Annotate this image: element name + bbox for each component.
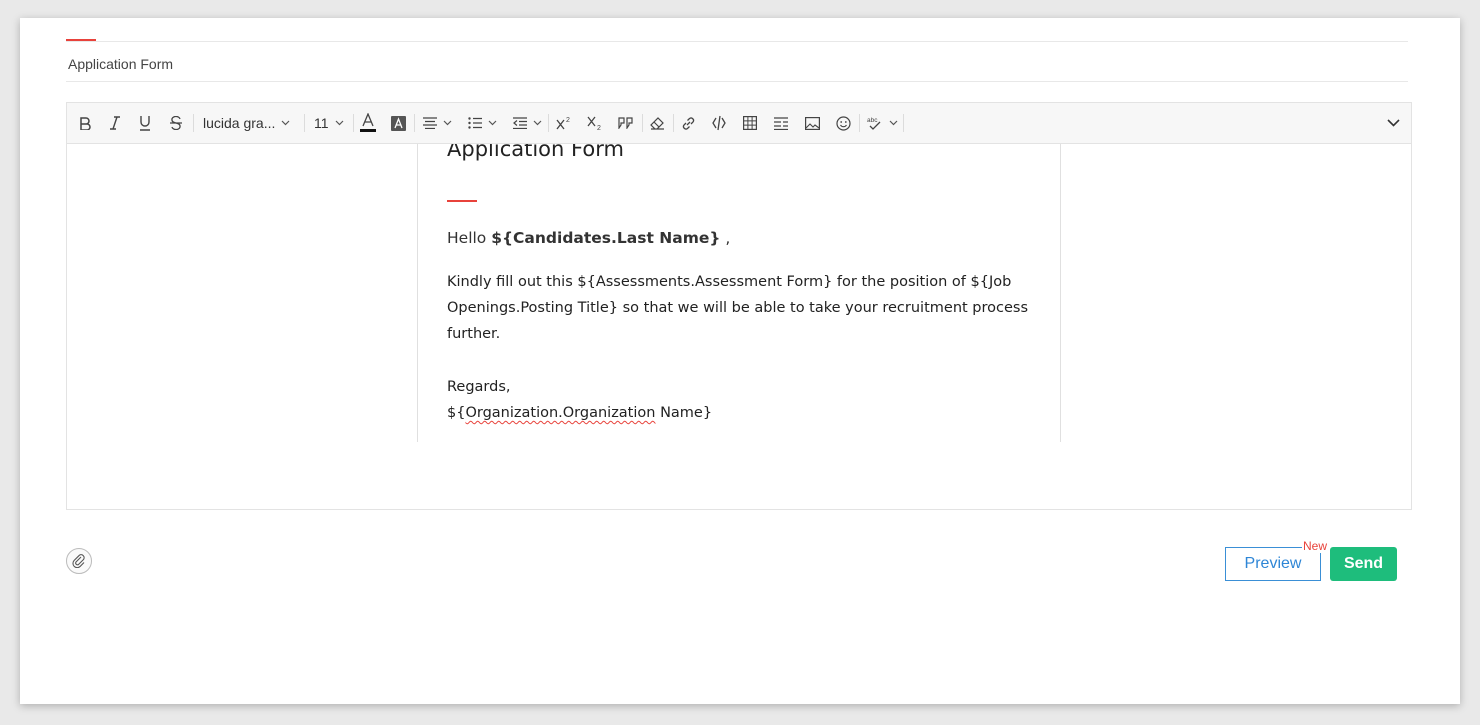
svg-text:2: 2 — [566, 117, 570, 124]
font-color-icon[interactable] — [358, 109, 378, 137]
rich-text-editor[interactable]: lucida gra... 11 2 2 abc Application For… — [66, 102, 1412, 510]
signature-block: Regards, ${Organization.Organization Nam… — [447, 374, 712, 426]
font-size-value: 11 — [314, 115, 329, 131]
spellcheck-icon[interactable]: abc — [866, 109, 898, 137]
editor-toolbar: lucida gra... 11 2 2 abc — [67, 103, 1411, 144]
toolbar-separator — [353, 114, 354, 132]
body-paragraph: Kindly fill out this ${Assessments.Asses… — [447, 274, 1029, 342]
attachment-button[interactable] — [66, 548, 92, 574]
collapse-toolbar-icon[interactable] — [1383, 109, 1403, 137]
bold-icon[interactable] — [75, 109, 95, 137]
toolbar-separator — [304, 114, 305, 132]
subscript-icon[interactable]: 2 — [585, 109, 605, 137]
line-spacing-icon[interactable] — [771, 109, 791, 137]
superscript-icon[interactable]: 2 — [554, 109, 574, 137]
toolbar-separator — [642, 114, 643, 132]
chevron-down-icon — [889, 120, 897, 126]
merge-field-icon[interactable] — [709, 109, 729, 137]
organization-name-line: ${Organization.Organization Name} — [447, 400, 712, 426]
chevron-down-icon — [281, 120, 290, 126]
svg-text:2: 2 — [597, 125, 601, 130]
align-icon[interactable] — [421, 109, 453, 137]
italic-icon[interactable] — [105, 109, 125, 137]
accent-bar — [447, 200, 477, 202]
chevron-down-icon — [533, 120, 541, 126]
regards-line: Regards, — [447, 379, 511, 395]
font-family-value: lucida gra... — [203, 115, 276, 131]
signature-suffix: Name} — [655, 405, 713, 421]
svg-text:abc: abc — [867, 117, 878, 124]
indent-icon[interactable] — [511, 109, 543, 137]
compose-window: Application Form lucida gra... 11 2 2 ab… — [20, 18, 1460, 704]
chevron-down-icon — [335, 120, 343, 126]
table-icon[interactable] — [740, 109, 760, 137]
merge-field-candidate-name: ${Candidates.Last Name} — [491, 229, 721, 247]
email-document[interactable]: Application Form Hello ${Candidates.Last… — [417, 144, 1061, 442]
image-icon[interactable] — [802, 109, 822, 137]
misspelled-word: Organization.Organization — [465, 405, 656, 421]
subject-field[interactable]: Application Form — [68, 56, 173, 72]
background-color-icon[interactable] — [388, 109, 408, 137]
paperclip-icon — [72, 554, 85, 568]
greeting: Hello ${Candidates.Last Name} , — [447, 229, 730, 247]
link-icon[interactable] — [678, 109, 698, 137]
strikethrough-icon[interactable] — [166, 109, 186, 137]
toolbar-separator — [193, 114, 194, 132]
toolbar-separator — [414, 114, 415, 132]
send-button[interactable]: Send — [1330, 547, 1397, 581]
divider — [66, 41, 1408, 42]
blockquote-icon[interactable] — [616, 109, 636, 137]
underline-icon[interactable] — [135, 109, 155, 137]
greeting-suffix: , — [720, 229, 731, 247]
divider — [66, 81, 1408, 82]
toolbar-separator — [673, 114, 674, 132]
signature-prefix: ${ — [447, 405, 466, 421]
document-title: Application Form — [447, 144, 624, 161]
clear-format-icon[interactable] — [647, 109, 667, 137]
new-badge: New — [1302, 539, 1329, 553]
emoji-icon[interactable] — [833, 109, 853, 137]
chevron-down-icon — [488, 120, 496, 126]
toolbar-separator — [859, 114, 860, 132]
font-family-select[interactable]: lucida gra... — [203, 109, 299, 137]
font-size-select[interactable]: 11 — [314, 109, 348, 137]
toolbar-separator — [548, 114, 549, 132]
accent-bar — [66, 39, 96, 41]
toolbar-separator — [903, 114, 904, 132]
bulleted-list-icon[interactable] — [466, 109, 498, 137]
greeting-prefix: Hello — [447, 229, 492, 247]
chevron-down-icon — [443, 120, 451, 126]
